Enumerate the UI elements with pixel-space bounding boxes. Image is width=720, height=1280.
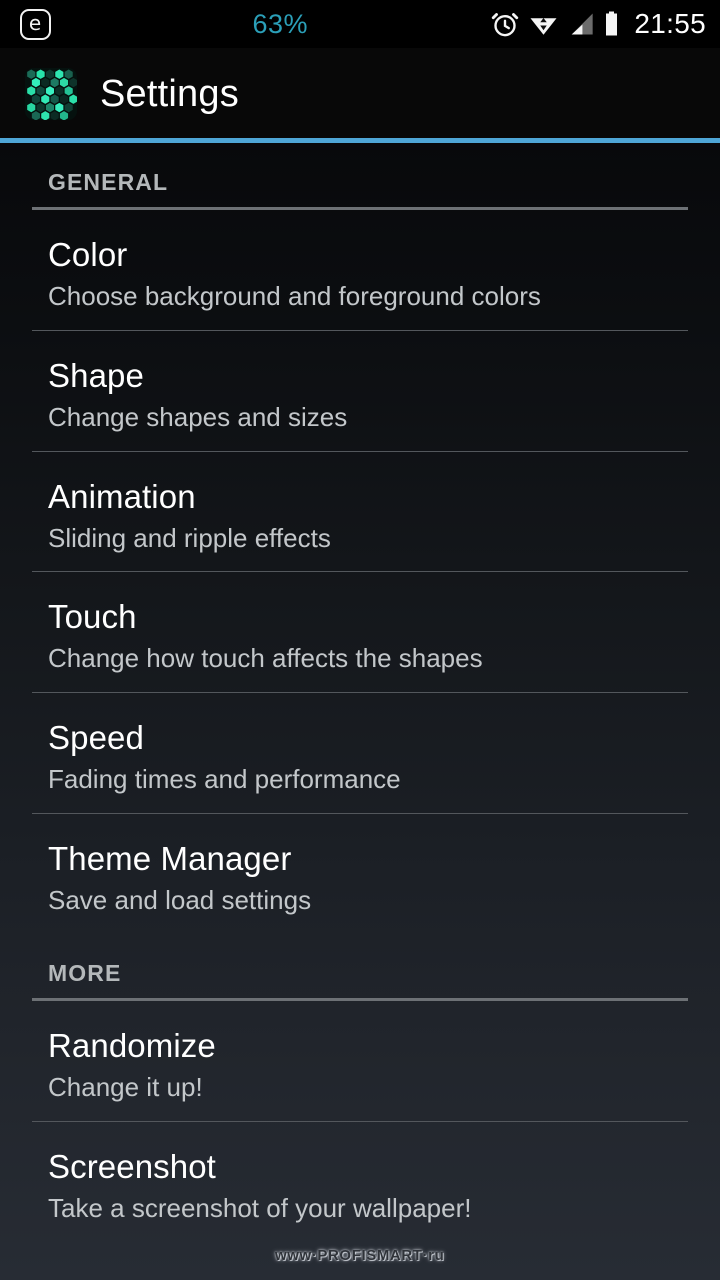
row-subtitle: Change how touch affects the shapes bbox=[48, 643, 483, 674]
status-bar-left-group: e bbox=[0, 8, 70, 40]
row-title: Color bbox=[48, 236, 128, 273]
row-subtitle: Sliding and ripple effects bbox=[48, 522, 331, 553]
signal-bars-icon bbox=[572, 13, 594, 35]
status-bar-right-group: 21:55 bbox=[490, 8, 720, 40]
row-subtitle: Change it up! bbox=[48, 1071, 203, 1102]
clock-label: 21:55 bbox=[634, 8, 706, 39]
row-title: Touch bbox=[48, 598, 137, 636]
section-header-more: MORE bbox=[48, 959, 122, 986]
status-bar: e 63% 21:55 bbox=[0, 0, 720, 48]
app-bar: Settings bbox=[0, 48, 720, 140]
hexagon-grid-app-icon bbox=[25, 68, 77, 120]
row-subtitle: Fading times and performance bbox=[48, 764, 401, 795]
status-bar-center-group: 63% bbox=[70, 9, 490, 40]
settings-row-speed[interactable]: Speed Fading times and performance bbox=[0, 693, 720, 813]
settings-row-shape[interactable]: Shape Change shapes and sizes bbox=[0, 331, 720, 451]
phone-screen: e 63% 21:55 Settings GENERAL Color Choos… bbox=[0, 0, 720, 1280]
row-subtitle: Take a screenshot of your wallpaper! bbox=[48, 1192, 472, 1223]
row-subtitle: Choose background and foreground colors bbox=[48, 280, 541, 311]
row-subtitle: Change shapes and sizes bbox=[48, 401, 348, 432]
settings-row-randomize[interactable]: Randomize Change it up! bbox=[0, 1001, 720, 1121]
row-title: Screenshot bbox=[48, 1147, 216, 1185]
row-title: Theme Manager bbox=[48, 840, 292, 878]
row-subtitle: Save and load settings bbox=[48, 885, 312, 916]
e-badge-icon: e bbox=[19, 8, 51, 40]
settings-row-touch[interactable]: Touch Change how touch affects the shape… bbox=[0, 572, 720, 692]
row-title: Randomize bbox=[48, 1026, 216, 1064]
row-title: Speed bbox=[48, 719, 144, 757]
row-title: Animation bbox=[48, 477, 196, 515]
battery-percent-label: 63% bbox=[252, 8, 308, 39]
settings-row-animation[interactable]: Animation Sliding and ripple effects bbox=[0, 452, 720, 572]
site-watermark: www·PROFISMART·ru bbox=[275, 1247, 445, 1264]
battery-icon bbox=[606, 11, 618, 36]
page-title: Settings bbox=[100, 72, 239, 115]
row-title: Shape bbox=[48, 356, 144, 394]
settings-row-theme-manager[interactable]: Theme Manager Save and load settings bbox=[0, 814, 720, 934]
alarm-clock-icon bbox=[492, 13, 519, 37]
settings-list[interactable]: GENERAL Color Choose background and fore… bbox=[0, 143, 720, 1280]
settings-row-screenshot[interactable]: Screenshot Take a screenshot of your wal… bbox=[0, 1122, 720, 1242]
wifi-icon bbox=[530, 18, 557, 35]
section-header-general: GENERAL bbox=[48, 169, 169, 195]
settings-row-color[interactable]: Color Choose background and foreground c… bbox=[0, 210, 720, 330]
